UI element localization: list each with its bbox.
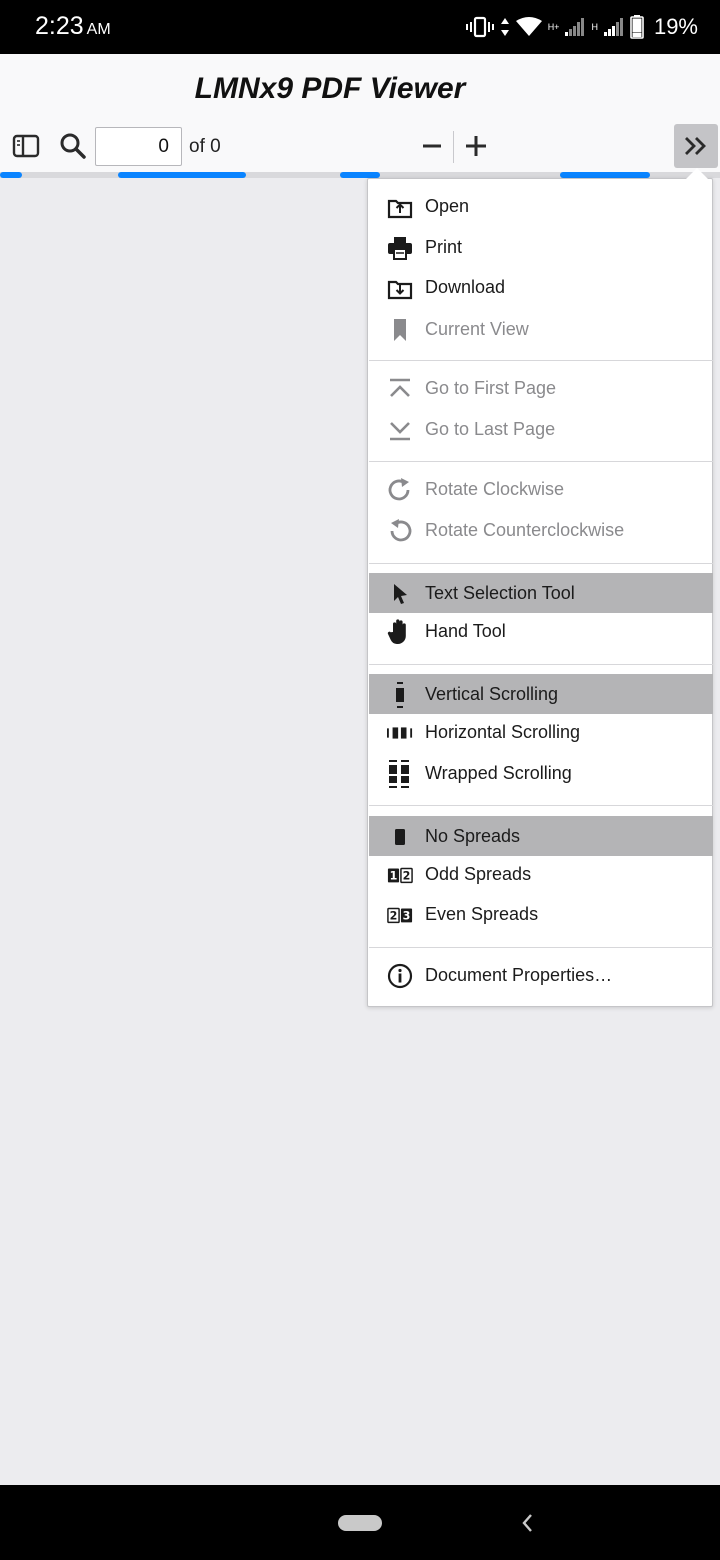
- menu-divider: [369, 563, 713, 564]
- menu-item-last-page[interactable]: Go to Last Page: [369, 409, 713, 449]
- back-chevron-icon: [522, 1514, 532, 1532]
- sidebar-toggle-button[interactable]: [8, 128, 44, 164]
- data-arrows-icon: [500, 18, 509, 36]
- wrapped-scroll-icon: [387, 760, 413, 788]
- menu-item-label: Horizontal Scrolling: [425, 721, 581, 742]
- wifi-icon: [515, 17, 542, 36]
- signal-icon-1: [565, 18, 585, 36]
- menu-divider: [369, 805, 713, 806]
- svg-text:1: 1: [390, 870, 398, 883]
- search-button[interactable]: [55, 128, 91, 164]
- menu-item-download[interactable]: Download: [369, 267, 713, 307]
- menu-item-label: Vertical Scrolling: [425, 683, 559, 704]
- vibrate-icon: [465, 16, 494, 38]
- menu-item-label: Rotate Clockwise: [425, 478, 565, 499]
- network-type-1: H+: [547, 22, 560, 32]
- menu-item-current-view[interactable]: Current View: [369, 309, 713, 349]
- menu-item-label: Odd Spreads: [425, 863, 532, 884]
- secondary-toolbar-menu: Open Print Download Current View Go to F…: [367, 178, 713, 1007]
- even-spreads-icon: 23: [387, 902, 413, 928]
- menu-item-label: Current View: [425, 318, 529, 339]
- svg-text:2: 2: [390, 910, 398, 923]
- hand-icon: [387, 619, 413, 645]
- menu-item-odd-spreads[interactable]: 12 Odd Spreads: [369, 854, 713, 894]
- network-type-2: H: [591, 22, 598, 32]
- cursor-icon: [387, 581, 413, 607]
- minus-icon: [423, 144, 441, 148]
- no-spreads-icon: [387, 824, 413, 850]
- status-bar: 2:23 AM H+ H 19%: [0, 0, 720, 54]
- menu-item-label: No Spreads: [425, 825, 521, 846]
- menu-item-vertical-scrolling[interactable]: Vertical Scrolling: [369, 674, 713, 714]
- signal-icon-2: [603, 18, 623, 36]
- menu-divider: [369, 461, 713, 462]
- menu-divider: [369, 947, 713, 948]
- menu-item-print[interactable]: Print: [369, 227, 713, 267]
- navigation-bar: [0, 1485, 720, 1560]
- home-button[interactable]: [338, 1515, 382, 1531]
- svg-text:3: 3: [403, 910, 411, 923]
- menu-item-text-selection-tool[interactable]: Text Selection Tool: [369, 573, 713, 613]
- rotate-ccw-icon: [387, 518, 413, 544]
- rotate-cw-icon: [387, 477, 413, 503]
- printer-icon: [387, 235, 413, 261]
- last-page-icon: [387, 417, 413, 443]
- odd-spreads-icon: 12: [387, 862, 413, 888]
- menu-item-label: Open: [425, 195, 470, 216]
- menu-item-label: Document Properties…: [425, 964, 613, 985]
- menu-item-label: Text Selection Tool: [425, 582, 575, 603]
- status-ampm: AM: [86, 21, 111, 38]
- info-icon: [387, 963, 413, 989]
- menu-item-label: Go to Last Page: [425, 418, 556, 439]
- menu-item-open[interactable]: Open: [369, 186, 713, 226]
- battery-icon: [630, 15, 644, 39]
- zoom-in-button[interactable]: [460, 130, 492, 162]
- search-icon: [60, 133, 86, 159]
- sidebar-icon: [12, 134, 40, 158]
- menu-item-no-spreads[interactable]: No Spreads: [369, 816, 713, 856]
- menu-item-rotate-ccw[interactable]: Rotate Counterclockwise: [369, 510, 713, 550]
- double-chevron-right-icon: [685, 137, 706, 155]
- status-icons: H+ H 19%: [465, 12, 698, 42]
- vertical-scroll-icon: [387, 682, 413, 708]
- page-count: of 0: [189, 136, 221, 157]
- first-page-icon: [387, 376, 413, 402]
- menu-pointer: [686, 168, 708, 179]
- menu-item-label: Go to First Page: [425, 377, 557, 398]
- menu-divider: [369, 360, 713, 361]
- menu-item-label: Wrapped Scrolling: [425, 762, 572, 783]
- zoom-divider: [453, 131, 454, 163]
- battery-percent: 19%: [653, 14, 698, 39]
- menu-item-label: Download: [425, 276, 506, 297]
- menu-item-label: Print: [425, 236, 463, 257]
- menu-item-hand-tool[interactable]: Hand Tool: [369, 611, 713, 651]
- menu-item-document-properties[interactable]: Document Properties…: [369, 955, 713, 995]
- secondary-toolbar-toggle[interactable]: [674, 124, 718, 168]
- menu-item-label: Even Spreads: [425, 903, 539, 924]
- page-title: LMNx9 PDF Viewer: [194, 72, 466, 105]
- menu-item-label: Rotate Counterclockwise: [425, 519, 625, 540]
- horizontal-scroll-icon: [387, 720, 413, 746]
- menu-divider: [369, 664, 713, 665]
- zoom-out-button[interactable]: [416, 130, 448, 162]
- download-icon: [387, 275, 413, 301]
- plus-icon: [466, 136, 486, 156]
- menu-item-label: Hand Tool: [425, 620, 506, 641]
- menu-item-wrapped-scrolling[interactable]: Wrapped Scrolling: [369, 753, 713, 793]
- bookmark-icon: [387, 317, 413, 343]
- menu-item-first-page[interactable]: Go to First Page: [369, 368, 713, 408]
- menu-item-even-spreads[interactable]: 23 Even Spreads: [369, 894, 713, 934]
- menu-item-horizontal-scrolling[interactable]: Horizontal Scrolling: [369, 712, 713, 752]
- status-time: 2:23 AM: [35, 12, 111, 41]
- back-button[interactable]: [516, 1509, 538, 1537]
- page-number-input[interactable]: [95, 127, 182, 166]
- status-clock: 2:23: [35, 12, 84, 40]
- open-folder-icon: [387, 194, 413, 220]
- menu-item-rotate-cw[interactable]: Rotate Clockwise: [369, 469, 713, 509]
- svg-text:2: 2: [403, 870, 411, 883]
